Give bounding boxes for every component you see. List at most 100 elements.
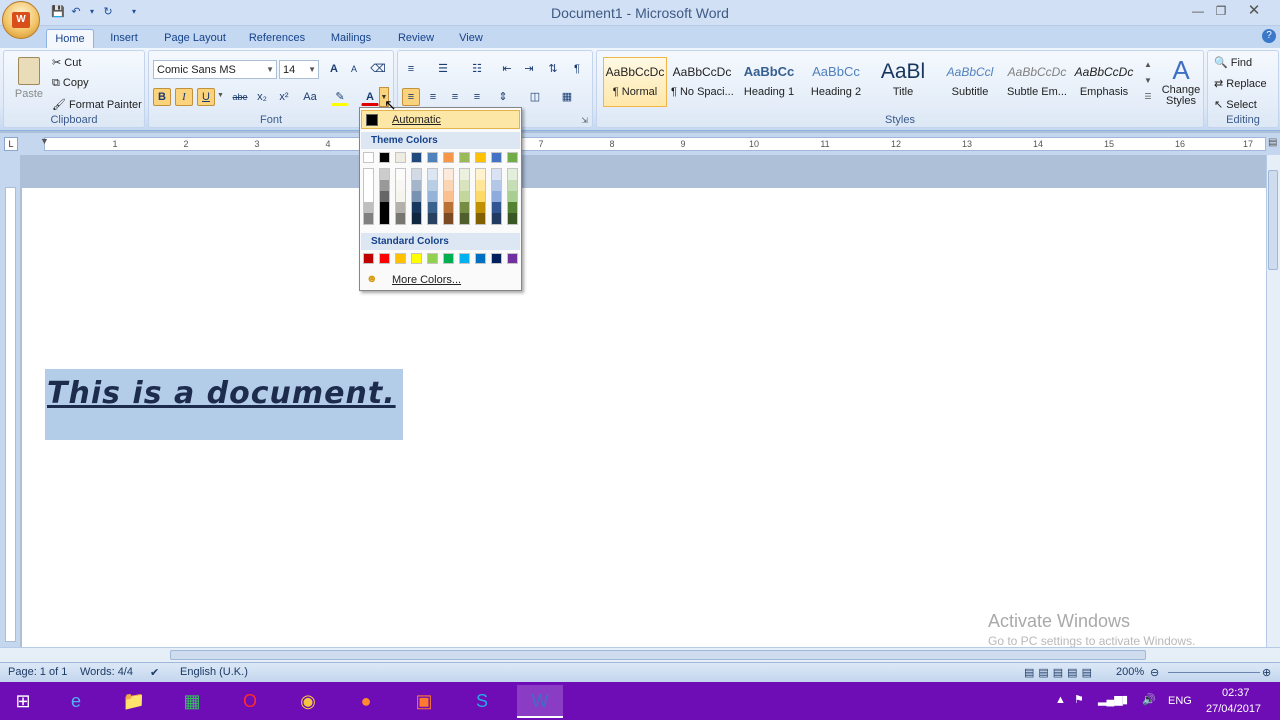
numbering-icon[interactable]: ☰ [434,60,452,78]
highlight-icon[interactable]: ✎ [331,88,349,106]
color-swatch[interactable] [364,180,373,191]
bullets-icon[interactable]: ≡ [402,60,420,78]
multilevel-list-icon[interactable]: ☷ [468,60,486,78]
color-swatch[interactable] [476,180,485,191]
show-marks-icon[interactable]: ¶ [568,60,586,78]
color-swatch[interactable] [460,169,469,180]
style-heading-1[interactable]: AaBbCc Heading 1 [737,57,801,107]
color-swatch[interactable] [460,191,469,202]
color-swatch[interactable] [444,191,453,202]
sort-icon[interactable]: ⇅ [544,60,562,78]
font-family-combo[interactable]: Comic Sans MS ▼ [153,60,277,79]
document-text[interactable]: This is a document. [47,376,396,411]
subscript-button[interactable]: x₂ [253,88,271,106]
color-swatch[interactable] [379,152,390,163]
superscript-button[interactable]: x² [275,88,293,106]
vertical-scrollbar[interactable] [1266,155,1280,647]
underline-dropdown-icon[interactable]: ▼ [217,92,224,99]
find-button[interactable]: 🔍 Find [1214,56,1252,69]
color-swatch[interactable] [460,202,469,213]
color-swatch[interactable] [443,253,454,264]
line-spacing-icon[interactable]: ⇕ [494,88,512,106]
color-swatch[interactable] [476,213,485,224]
tab-insert[interactable]: Insert [104,29,144,48]
minimize-button[interactable]: — [1187,2,1209,20]
proofing-icon[interactable]: ✔ [150,666,159,679]
style-title[interactable]: AaBl Title [871,57,935,107]
color-swatch[interactable] [396,169,405,180]
color-swatch[interactable] [460,180,469,191]
language-indicator[interactable]: English (U.K.) [180,666,248,678]
app-orange-icon[interactable]: ▣ [401,685,447,718]
color-swatch[interactable] [460,213,469,224]
style-normal[interactable]: AaBbCcDc ¶ Normal [603,57,667,107]
horizontal-ruler[interactable]: L 1 2 3 4 5 6 7 8 9 10 11 12 13 14 15 16… [0,133,1280,155]
style-emphasis[interactable]: AaBbCcDc Emphasis [1072,57,1136,107]
decrease-indent-icon[interactable]: ⇤ [498,60,516,78]
file-explorer-icon[interactable]: 📁 [111,685,157,718]
paste-button[interactable]: Paste [12,55,46,105]
color-swatch[interactable] [507,253,518,264]
color-swatch[interactable] [444,213,453,224]
color-swatch[interactable] [508,213,517,224]
color-swatch[interactable] [492,202,501,213]
align-left-icon[interactable]: ≡ [402,88,420,106]
cut-button[interactable]: ✂ Cut [52,56,81,69]
italic-button[interactable]: I [175,88,193,106]
color-swatch[interactable] [395,152,406,163]
color-swatch[interactable] [475,152,486,163]
change-styles-button[interactable]: A Change Styles [1159,55,1203,115]
color-swatch[interactable] [492,180,501,191]
increase-indent-icon[interactable]: ⇥ [520,60,538,78]
color-swatch[interactable] [476,169,485,180]
chrome-icon[interactable]: ◉ [285,685,331,718]
font-color-button[interactable]: A [361,88,379,106]
bold-button[interactable]: B [153,88,171,106]
color-swatch[interactable] [411,152,422,163]
style-heading-2[interactable]: AaBbCc Heading 2 [804,57,868,107]
color-swatch[interactable] [396,202,405,213]
color-swatch[interactable] [476,191,485,202]
color-swatch[interactable] [380,213,389,224]
color-swatch[interactable] [427,152,438,163]
color-swatch[interactable] [491,253,502,264]
color-swatch[interactable] [395,253,406,264]
color-swatch[interactable] [396,180,405,191]
network-icon[interactable]: ▂▄▆ [1098,693,1123,706]
replace-button[interactable]: ⇄ Replace [1214,77,1267,90]
color-swatch[interactable] [412,191,421,202]
volume-icon[interactable]: 🔊 [1142,693,1156,706]
view-buttons[interactable]: ▤▤▤▤▤ [1024,666,1096,679]
color-swatch[interactable] [428,169,437,180]
font-size-combo[interactable]: 14 ▼ [279,60,319,79]
skype-icon[interactable]: S [459,685,505,718]
tab-review[interactable]: Review [392,29,440,48]
color-swatch[interactable] [443,152,454,163]
style-subtle-emphasis[interactable]: AaBbCcDc Subtle Em... [1005,57,1069,107]
color-swatch[interactable] [507,152,518,163]
clear-formatting-icon[interactable]: ⌫ [369,60,387,78]
flag-icon[interactable]: ⚑ [1074,693,1084,706]
color-swatch[interactable] [380,191,389,202]
zoom-out-icon[interactable]: ⊖ [1150,666,1159,679]
color-swatch[interactable] [396,191,405,202]
clock-date[interactable]: 27/04/2017 [1206,703,1261,715]
dialog-launcher-icon[interactable]: ⇲ [581,116,588,125]
shading-icon[interactable]: ◫ [526,88,544,106]
tray-overflow-icon[interactable]: ▲ [1055,694,1066,706]
office-button[interactable]: W [2,1,40,39]
more-colors-option[interactable]: ☻ More Colors... [366,271,516,289]
scrollbar-thumb[interactable] [170,650,1146,660]
color-swatch[interactable] [444,202,453,213]
tab-page-layout[interactable]: Page Layout [160,29,230,48]
color-swatch[interactable] [364,202,373,213]
color-swatch[interactable] [364,169,373,180]
color-swatch[interactable] [411,253,422,264]
format-painter-button[interactable]: 🖌 Format Painter [52,98,142,111]
indent-marker-icon[interactable]: ▼ [40,136,49,146]
color-swatch[interactable] [475,253,486,264]
color-swatch[interactable] [380,169,389,180]
language-tray[interactable]: ENG [1168,695,1192,707]
color-swatch[interactable] [476,202,485,213]
color-swatch[interactable] [363,253,374,264]
